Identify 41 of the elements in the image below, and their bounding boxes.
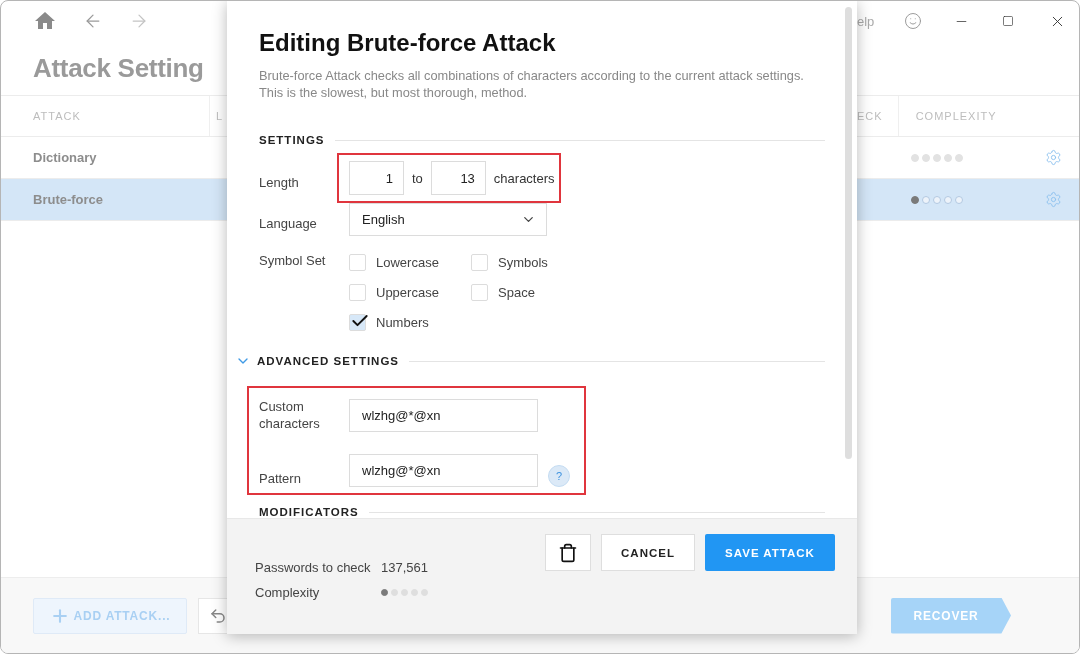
dialog-description: Brute-force Attack checks all combinations of characters according to the current attack settings. This is the slowest, but most thorough, method. bbox=[259, 67, 804, 101]
summary-label: Passwords to check bbox=[255, 560, 372, 575]
language-dropdown[interactable]: English bbox=[349, 203, 547, 236]
field-label: Language bbox=[259, 215, 318, 232]
scrollbar[interactable] bbox=[845, 7, 852, 459]
symbol-checkbox[interactable]: Symbols bbox=[471, 252, 571, 272]
field-label: Pattern bbox=[259, 470, 302, 487]
settings-icon[interactable] bbox=[1045, 149, 1062, 166]
unit-label: characters bbox=[493, 170, 555, 186]
symbol-checkbox[interactable]: Space bbox=[471, 282, 571, 302]
column-header: COMPLEXITY bbox=[915, 110, 997, 122]
column-header: L bbox=[216, 110, 224, 122]
column-header: ECK bbox=[857, 110, 883, 122]
maximize-icon[interactable] bbox=[1002, 15, 1015, 27]
table-cell: Dictionary bbox=[33, 150, 97, 165]
trash-icon bbox=[558, 542, 578, 563]
to-label: to bbox=[412, 170, 423, 186]
summary-value: 137,561 bbox=[381, 560, 428, 575]
field-label: Length bbox=[259, 173, 300, 191]
symbol-checkbox[interactable]: Uppercase bbox=[349, 282, 471, 302]
field-label: Symbol Set bbox=[259, 252, 327, 269]
smiley-icon[interactable] bbox=[904, 12, 923, 30]
symbol-checkbox[interactable]: Lowercase bbox=[349, 252, 471, 272]
section-heading: SETTINGS bbox=[259, 134, 325, 146]
text-input[interactable]: wlzhg@*@xn bbox=[349, 454, 538, 487]
undo-icon bbox=[209, 606, 227, 625]
settings-icon[interactable] bbox=[1045, 191, 1062, 208]
column-header: ATTACK bbox=[33, 110, 81, 122]
length-from-input[interactable]: 1 bbox=[349, 161, 404, 195]
page-title: Attack Setting bbox=[33, 52, 204, 84]
text-input[interactable]: wlzhg@*@xn bbox=[349, 398, 538, 432]
section-heading[interactable]: ADVANCED SETTINGS bbox=[257, 355, 400, 367]
cancel-button[interactable]: CANCEL bbox=[601, 534, 695, 571]
dialog-title: Editing Brute-force Attack bbox=[259, 28, 557, 58]
table-cell: Brute-force bbox=[33, 192, 104, 207]
summary-label: Complexity bbox=[255, 585, 321, 600]
symbol-checkbox[interactable]: Numbers bbox=[349, 312, 471, 332]
field-label: Custom characters bbox=[259, 398, 321, 432]
section-heading: MODIFICATORS bbox=[259, 506, 359, 518]
length-to-input[interactable]: 13 bbox=[430, 161, 486, 195]
delete-button[interactable] bbox=[545, 534, 591, 571]
